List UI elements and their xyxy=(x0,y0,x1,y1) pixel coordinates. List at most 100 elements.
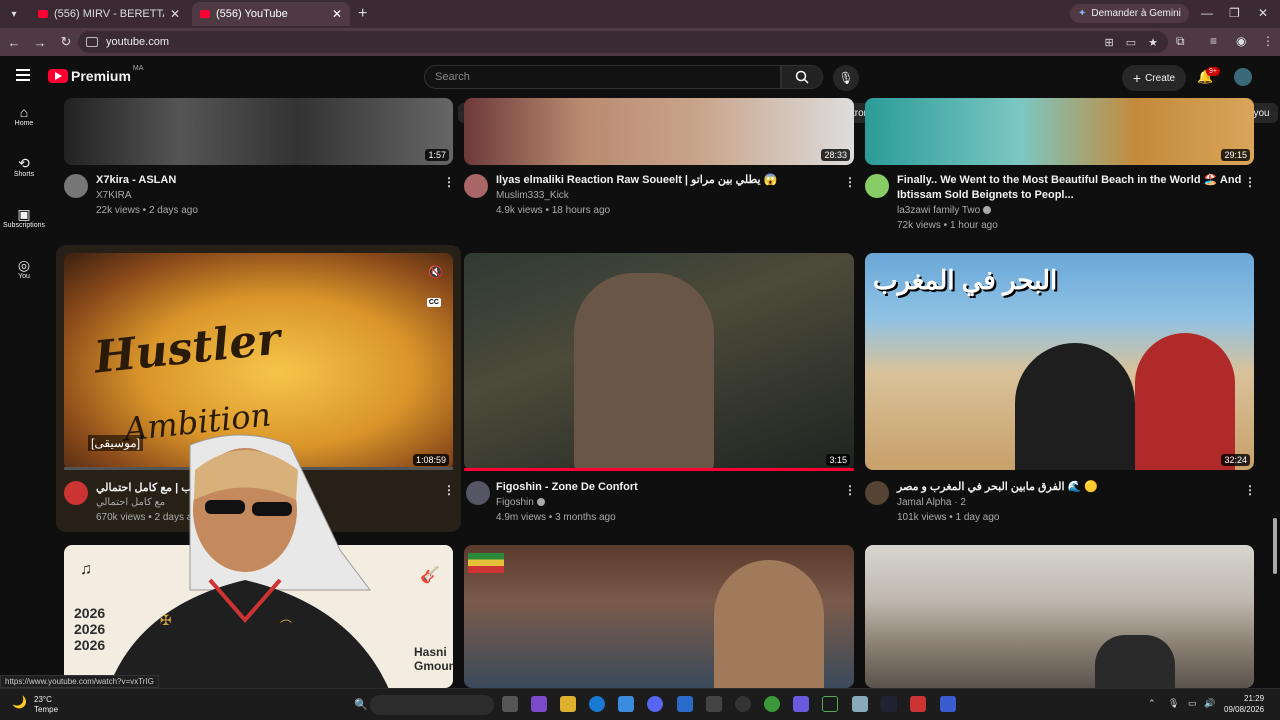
account-avatar[interactable] xyxy=(1234,68,1252,86)
search-icon[interactable]: 🔍 xyxy=(354,698,370,714)
close-tab-icon[interactable]: ✕ xyxy=(332,7,342,21)
tab-youtube[interactable]: (556) YouTube ✕ xyxy=(192,2,350,26)
game-icon[interactable] xyxy=(793,696,809,712)
search-button[interactable] xyxy=(781,65,823,89)
task-view-icon[interactable] xyxy=(502,696,518,712)
sidebar-item-shorts[interactable]: ⟲ Shorts xyxy=(0,149,48,200)
back-icon[interactable]: ← xyxy=(2,35,26,50)
duration-badge: 28:33 xyxy=(821,149,850,161)
bookmark-star-icon[interactable]: ★ xyxy=(1148,36,1158,49)
app-icon[interactable] xyxy=(910,696,926,712)
taskbar-search-box[interactable] xyxy=(370,695,494,715)
store-icon[interactable] xyxy=(618,696,634,712)
channel-name[interactable]: la3zawi family Two xyxy=(897,205,992,216)
file-explorer-icon[interactable] xyxy=(560,696,576,712)
sidebar-item-you[interactable]: ◎ You xyxy=(0,251,48,302)
site-info-icon[interactable] xyxy=(86,37,98,47)
tab-search-button[interactable]: ▾ xyxy=(2,2,26,26)
video-title[interactable]: Figoshin - Zone De Confort xyxy=(496,480,826,495)
kick-icon[interactable] xyxy=(822,696,838,712)
verified-icon xyxy=(536,498,545,507)
video-thumbnail[interactable]: 29:15 xyxy=(865,98,1254,165)
voice-search-button[interactable]: 🎙 xyxy=(833,65,859,91)
channel-name-text: la3zawi family Two xyxy=(897,205,981,216)
clock-date: 09/08/2026 xyxy=(1224,705,1265,714)
extensions-icon[interactable]: ⧉ xyxy=(1176,34,1185,49)
channel-name[interactable]: Figoshin xyxy=(496,497,545,508)
copilot-icon[interactable] xyxy=(531,696,547,712)
video-title-line2[interactable]: Ibtissam Sold Beignets to Peopl... xyxy=(897,188,1227,203)
svg-text:✠: ✠ xyxy=(160,613,172,629)
app-icon[interactable] xyxy=(706,696,722,712)
video-title[interactable]: Finally.. We Went to the Most Beautiful … xyxy=(897,173,1241,188)
translate-icon[interactable]: ⊞ xyxy=(1105,36,1114,49)
reload-icon[interactable]: ↻ xyxy=(54,34,78,50)
video-title[interactable]: X7kira - ASLAN xyxy=(96,173,426,188)
gemini-button[interactable]: ✦ Demander à Gemini xyxy=(1070,4,1189,23)
tray-chevron-icon[interactable]: ⌃ xyxy=(1148,698,1156,709)
cc-button[interactable]: CC xyxy=(426,298,441,307)
close-window-icon[interactable]: ✕ xyxy=(1258,6,1268,20)
menu-icon[interactable]: ⋮ xyxy=(1262,34,1274,48)
minimize-icon[interactable]: — xyxy=(1201,6,1213,20)
channel-name[interactable]: X7KIRA xyxy=(96,190,132,201)
video-thumbnail[interactable]: 1:57 xyxy=(64,98,453,165)
profile-icon[interactable]: ◉ xyxy=(1236,34,1246,48)
obs-icon[interactable] xyxy=(735,696,751,712)
discord-icon[interactable] xyxy=(647,696,663,712)
edge-icon[interactable] xyxy=(589,696,605,712)
weather-widget[interactable]: 🌙 23°C Tempe xyxy=(12,695,58,715)
channel-avatar[interactable] xyxy=(865,481,889,505)
mini-guide: ⌂ Home ⟲ Shorts ▣ Subscriptions ◎ You xyxy=(0,98,48,302)
tab-mirv[interactable]: (556) MIRV - BERETTA ( Official ✕ xyxy=(30,2,188,26)
reading-list-icon[interactable]: ≡ xyxy=(1210,34,1217,48)
sidebar-item-subscriptions[interactable]: ▣ Subscriptions xyxy=(0,200,48,251)
more-actions-icon[interactable]: ⋮ xyxy=(1244,483,1256,497)
channel-avatar[interactable] xyxy=(865,174,889,198)
thumbnail-artwork: Hustler xyxy=(91,313,283,384)
new-tab-button[interactable]: + xyxy=(358,5,367,23)
more-actions-icon[interactable]: ⋮ xyxy=(1244,175,1256,189)
status-bar-link: https://www.youtube.com/watch?v=vxTrIG xyxy=(0,675,159,688)
more-actions-icon[interactable]: ⋮ xyxy=(443,175,455,189)
channel-name[interactable]: Jamal Alpha · 2 xyxy=(897,497,966,508)
more-actions-icon[interactable]: ⋮ xyxy=(844,483,856,497)
page-scrollbar[interactable] xyxy=(1270,98,1280,688)
more-actions-icon[interactable]: ⋮ xyxy=(443,483,455,497)
video-title[interactable]: Ilyas elmaliki Reaction Raw Soueelt | يط… xyxy=(496,173,836,188)
channel-avatar[interactable] xyxy=(64,174,88,198)
search-input[interactable]: Search xyxy=(424,65,781,89)
network-icon[interactable]: ▭ xyxy=(1188,698,1197,709)
cast-icon[interactable]: ▭ xyxy=(1126,36,1136,49)
channel-name[interactable]: Muslim333_Kick xyxy=(496,190,569,201)
app-icon[interactable] xyxy=(852,696,868,712)
sidebar-item-home[interactable]: ⌂ Home xyxy=(0,98,48,149)
close-tab-icon[interactable]: ✕ xyxy=(170,7,180,21)
steam-icon[interactable] xyxy=(881,696,897,712)
video-thumbnail[interactable] xyxy=(865,545,1254,688)
youtube-logo-icon xyxy=(48,69,68,83)
mic-icon[interactable]: 🎙 xyxy=(1168,698,1179,709)
video-thumbnail[interactable]: البحر في المغرب 32:24 xyxy=(865,253,1254,470)
system-clock[interactable]: 21:29 09/08/2026 xyxy=(1224,693,1264,715)
forward-icon[interactable]: → xyxy=(28,35,52,50)
guide-menu-icon[interactable] xyxy=(16,69,30,84)
video-title[interactable]: الفرق مابين البحر في المغرب و مصر 🌊 🟡 xyxy=(897,480,1227,495)
youtube-logo[interactable]: Premium MA xyxy=(48,65,143,84)
more-actions-icon[interactable]: ⋮ xyxy=(844,175,856,189)
channel-avatar[interactable] xyxy=(466,481,490,505)
volume-icon[interactable]: 🔊 xyxy=(1204,698,1215,709)
create-button[interactable]: + Create xyxy=(1122,65,1186,91)
video-thumbnail[interactable]: 28:33 xyxy=(464,98,854,165)
scrollbar-thumb[interactable] xyxy=(1273,518,1277,574)
sidebar-label: You xyxy=(18,273,30,280)
app-icon[interactable] xyxy=(940,696,956,712)
omnibox[interactable]: youtube.com ⊞ ▭ ★ xyxy=(78,31,1168,53)
mute-icon[interactable]: 🔇 xyxy=(428,265,443,279)
restore-icon[interactable]: ❐ xyxy=(1229,6,1240,20)
app-icon[interactable] xyxy=(677,696,693,712)
video-thumbnail[interactable]: 3:15 xyxy=(464,253,854,470)
channel-avatar[interactable] xyxy=(464,174,488,198)
video-thumbnail[interactable] xyxy=(464,545,854,688)
chrome-icon[interactable] xyxy=(764,696,780,712)
